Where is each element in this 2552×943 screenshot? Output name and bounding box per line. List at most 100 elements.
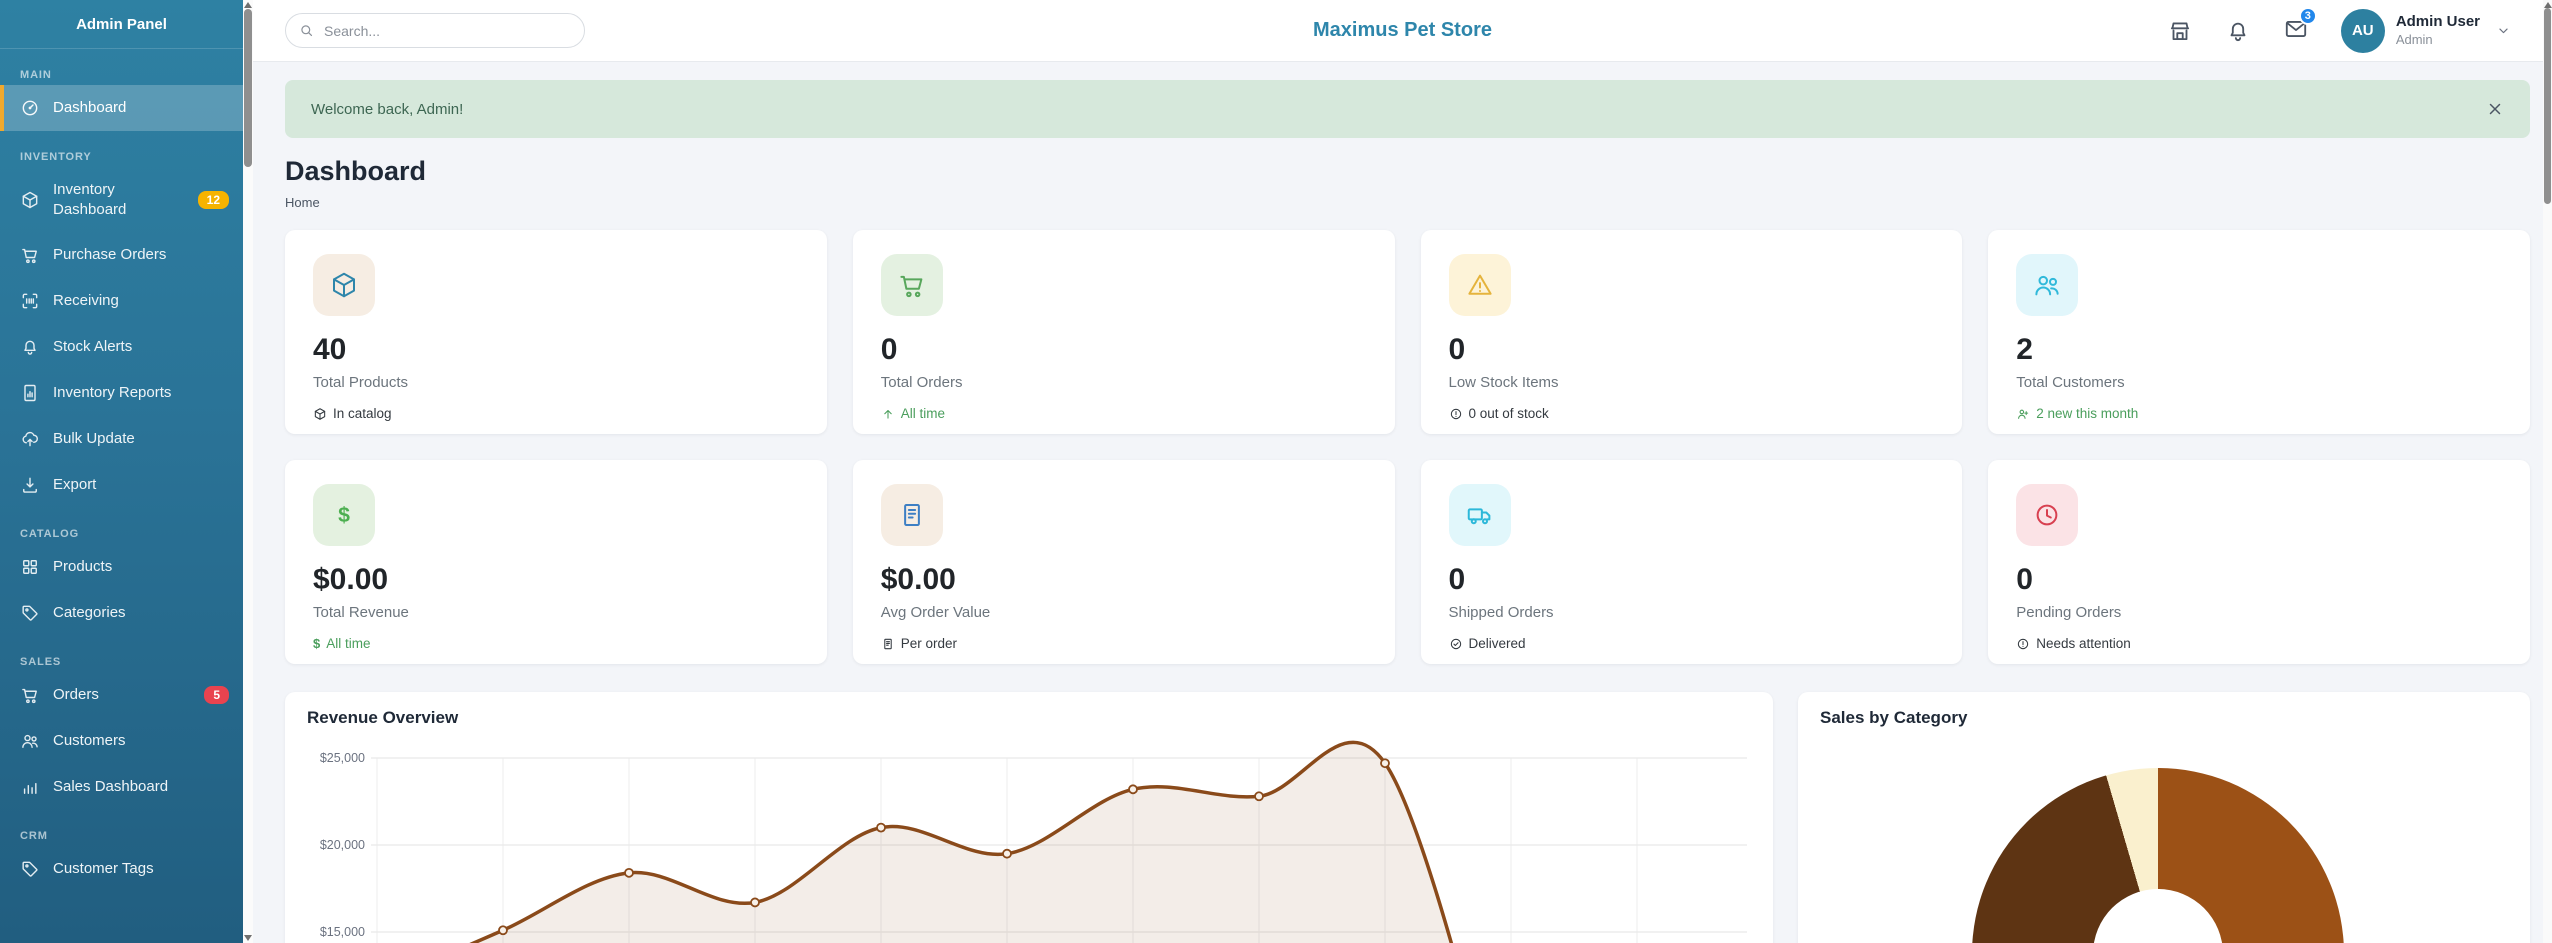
sidebar-section-label: CRM (20, 830, 223, 842)
sidebar-item-sales-dashboard[interactable]: Sales Dashboard (0, 764, 243, 810)
dollar-icon: $ (313, 636, 320, 651)
stat-footnote: All time (881, 406, 1367, 421)
sidebar-section-label: INVENTORY (20, 151, 223, 163)
stat-footnote-text: Per order (901, 636, 957, 651)
avatar: AU (2341, 9, 2385, 53)
stat-icon-tile (2016, 254, 2078, 316)
stat-footnote: Needs attention (2016, 636, 2502, 651)
sidebar-item-receiving[interactable]: Receiving (0, 278, 243, 324)
category-donut-chart (1972, 768, 2344, 943)
cart-icon (897, 270, 927, 300)
package-icon (313, 407, 327, 421)
bell-icon[interactable] (2225, 18, 2251, 44)
sidebar-item-inventory-dashboard[interactable]: Inventory Dashboard 12 (0, 167, 243, 232)
sidebar-item-stock-alerts[interactable]: Stock Alerts (0, 324, 243, 370)
scrollbar-thumb[interactable] (244, 9, 252, 167)
sidebar: Admin Panel MAIN Dashboard INVENTORY Invent… (0, 0, 243, 943)
stat-label: Total Customers (2016, 374, 2502, 391)
search-icon (298, 22, 315, 39)
barcode-icon (20, 291, 40, 311)
cart-icon (20, 245, 40, 265)
user-menu[interactable]: AU Admin User Admin (2341, 9, 2512, 53)
stat-label: Total Revenue (313, 604, 799, 621)
sidebar-title: Admin Panel (0, 0, 243, 49)
stat-footnote-text: Needs attention (2036, 636, 2131, 651)
main-scrollbar[interactable] (2543, 0, 2552, 943)
stat-value: $0.00 (313, 563, 799, 597)
sidebar-item-label: Products (53, 557, 229, 577)
welcome-banner: Welcome back, Admin! (285, 80, 2530, 138)
sidebar-item-label: Dashboard (53, 98, 229, 118)
sidebar-item-customers[interactable]: Customers (0, 718, 243, 764)
sidebar-item-label: Customers (53, 731, 229, 751)
sidebar-nav: MAIN Dashboard INVENTORY Inventory Dashboar… (0, 69, 243, 892)
sidebar-item-products[interactable]: Products (0, 544, 243, 590)
y-axis-tick-label: $15,000 (320, 925, 365, 939)
sidebar-section-label: MAIN (20, 69, 223, 81)
stat-label: Low Stock Items (1449, 374, 1935, 391)
sidebar-item-label: Orders (53, 685, 191, 705)
sidebar-item-bulk-update[interactable]: Bulk Update (0, 416, 243, 462)
scroll-up-arrow-icon[interactable] (244, 2, 252, 8)
sidebar-scrollbar[interactable] (243, 0, 253, 943)
check-circle-icon (1449, 637, 1463, 651)
receipt-icon (897, 500, 927, 530)
stat-value: 2 (2016, 333, 2502, 367)
stat-footnote: 0 out of stock (1449, 406, 1935, 421)
bell-icon (20, 337, 40, 357)
scrollbar-thumb[interactable] (2544, 8, 2551, 204)
sidebar-badge: 12 (198, 191, 229, 209)
mail-button[interactable]: 3 (2283, 16, 2309, 46)
download-icon (20, 475, 40, 495)
revenue-line-chart: $25,000$20,000$15,000 (307, 740, 1747, 943)
stat-label: Pending Orders (2016, 604, 2502, 621)
app-root: Admin Panel MAIN Dashboard INVENTORY Invent… (0, 0, 2552, 943)
stat-footnote-text: Delivered (1469, 636, 1526, 651)
gauge-icon (20, 98, 40, 118)
y-axis-tick-label: $25,000 (320, 751, 365, 765)
users-icon (2032, 270, 2062, 300)
sidebar-item-export[interactable]: Export (0, 462, 243, 508)
sidebar-item-label: Inventory Dashboard (53, 180, 185, 219)
stat-icon-tile (313, 484, 375, 546)
sidebar-item-purchase-orders[interactable]: Purchase Orders (0, 232, 243, 278)
stat-label: Total Products (313, 374, 799, 391)
scroll-down-arrow-icon[interactable] (244, 935, 252, 941)
stat-card-total-products: 40Total ProductsIn catalog (285, 230, 827, 434)
page-title: Dashboard (285, 156, 2530, 187)
stats-grid: 40Total ProductsIn catalog0Total OrdersA… (285, 230, 2530, 664)
brand-title: Maximus Pet Store (1313, 19, 1492, 42)
breadcrumb[interactable]: Home (285, 195, 2530, 210)
dollar-icon (329, 500, 359, 530)
sidebar-item-label: Customer Tags (53, 859, 229, 879)
package-icon (329, 270, 359, 300)
store-icon[interactable] (2167, 18, 2193, 44)
sidebar-item-categories[interactable]: Categories (0, 590, 243, 636)
stat-label: Avg Order Value (881, 604, 1367, 621)
search-box (285, 13, 585, 48)
sidebar-item-inventory-reports[interactable]: Inventory Reports (0, 370, 243, 416)
stat-card-total-revenue: $0.00Total Revenue$All time (285, 460, 827, 664)
stat-icon-tile (2016, 484, 2078, 546)
close-icon[interactable] (2486, 100, 2504, 118)
stat-card-total-orders: 0Total OrdersAll time (853, 230, 1395, 434)
sidebar-item-dashboard[interactable]: Dashboard (0, 85, 243, 131)
sidebar-item-customer-tags[interactable]: Customer Tags (0, 846, 243, 892)
sidebar-section-label: CATALOG (20, 528, 223, 540)
sidebar-item-label: Categories (53, 603, 229, 623)
search-input[interactable] (285, 13, 585, 48)
stat-value: 0 (2016, 563, 2502, 597)
category-chart-title: Sales by Category (1820, 708, 2508, 728)
stat-icon-tile (1449, 484, 1511, 546)
stat-footnote: Delivered (1449, 636, 1935, 651)
stat-card-avg-order-value: $0.00Avg Order ValuePer order (853, 460, 1395, 664)
revenue-overview-card: Revenue Overview $25,000$20,000$15,000 (285, 692, 1773, 943)
sidebar-item-orders[interactable]: Orders5 (0, 672, 243, 718)
bar-chart-icon (20, 777, 40, 797)
stat-value: 0 (1449, 563, 1935, 597)
stat-card-shipped-orders: 0Shipped OrdersDelivered (1421, 460, 1963, 664)
stat-card-low-stock-items: 0Low Stock Items0 out of stock (1421, 230, 1963, 434)
user-name: Admin User (2396, 13, 2480, 32)
clock-icon (2032, 500, 2062, 530)
content: Welcome back, Admin! Dashboard Home 40To… (253, 62, 2552, 943)
